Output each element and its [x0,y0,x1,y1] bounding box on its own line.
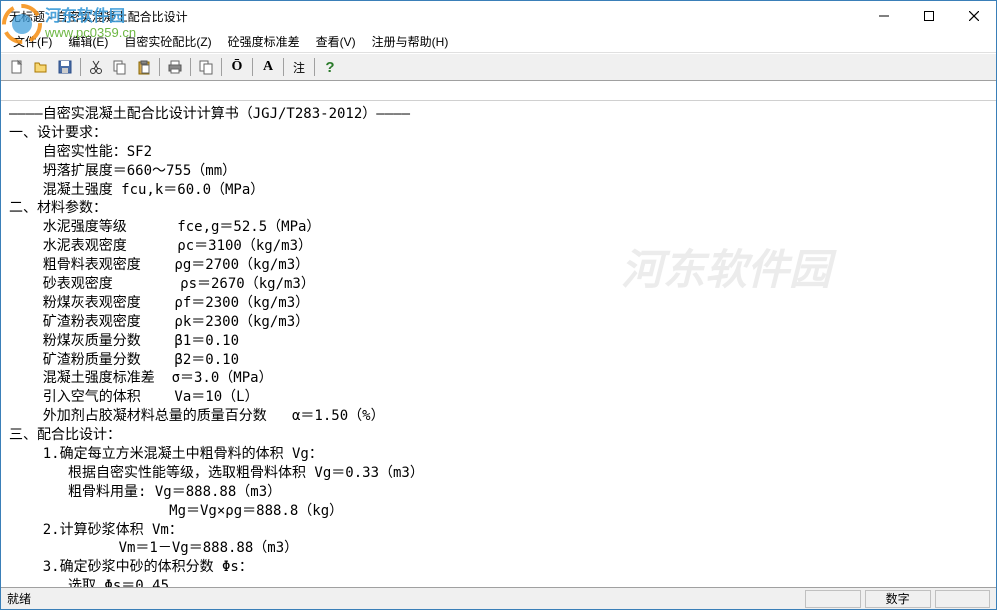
font-a-icon[interactable]: A [256,56,280,78]
content-line: 二、材料参数： [9,199,988,218]
content-line: 粗骨料表观密度 ρg＝2700（kg/m3） [9,256,988,275]
content-line: 混凝土强度标准差 σ＝3.0（MPa） [9,369,988,388]
cut-icon[interactable] [84,56,108,78]
status-empty2 [935,590,990,608]
menu-help[interactable]: 注册与帮助(H) [364,31,457,52]
content-line: 水泥强度等级 fce,g＝52.5（MPa） [9,218,988,237]
toolbar-separator [283,58,284,76]
content-line: 引入空气的体积 Va＝10（L） [9,388,988,407]
content-line: 水泥表观密度 ρc＝3100（kg/m3） [9,237,988,256]
copy-icon[interactable] [108,56,132,78]
content-line: 自密实性能：SF2 [9,143,988,162]
toolbar-separator [314,58,315,76]
text-input-bar [1,81,996,101]
window-title: 无标题 - 自密实混凝土配合比设计 [9,8,188,25]
paste-icon[interactable] [132,56,156,78]
print-icon[interactable] [163,56,187,78]
toolbar-separator [221,58,222,76]
note-icon[interactable]: 注 [287,56,311,78]
content-line: 根据自密实性能等级，选取粗骨料体积 Vg＝0.33（m3） [9,464,988,483]
content-line: 砂表观密度 ρs＝2670（kg/m3） [9,275,988,294]
menu-view[interactable]: 查看(V) [308,31,364,52]
sigma-icon[interactable]: Ō [225,56,249,78]
menu-strength[interactable]: 砼强度标准差 [220,31,308,52]
minimize-button[interactable] [861,1,906,31]
preview-icon[interactable] [194,56,218,78]
content-line: 2.计算砂浆体积 Vm： [9,521,988,540]
content-line: 外加剂占胶凝材料总量的质量百分数 α＝1.50（%） [9,407,988,426]
content-line: 3.确定砂浆中砂的体积分数 Φs： [9,558,988,577]
content-line: 坍落扩展度＝660～755（mm） [9,162,988,181]
help-icon[interactable]: ? [318,56,342,78]
maximize-button[interactable] [906,1,951,31]
statusbar: 就绪 数字 [1,587,996,609]
menu-selfcompact[interactable]: 自密实砼配比(Z) [116,31,219,52]
content-line: ————自密实混凝土配合比设计计算书（JGJ/T283-2012）———— [9,105,988,124]
save-icon[interactable] [53,56,77,78]
toolbar-separator [80,58,81,76]
content-line: Mg＝Vg×ρg＝888.8（kg） [9,502,988,521]
status-ready: 就绪 [7,590,801,607]
menu-edit[interactable]: 编辑(E) [60,31,116,52]
content-line: 粉煤灰表观密度 ρf＝2300（kg/m3） [9,294,988,313]
content-line: 粉煤灰质量分数 β1＝0.10 [9,332,988,351]
content-line: 矿渣粉质量分数 β2＝0.10 [9,351,988,370]
text-input[interactable] [1,81,996,100]
content-line: 三、配合比设计： [9,426,988,445]
close-button[interactable] [951,1,996,31]
content-line: 粗骨料用量: Vg＝888.88（m3） [9,483,988,502]
content-line: 1.确定每立方米混凝土中粗骨料的体积 Vg： [9,445,988,464]
toolbar-separator [252,58,253,76]
content-line: 一、设计要求： [9,124,988,143]
document-content[interactable]: ————自密实混凝土配合比设计计算书（JGJ/T283-2012）————一、设… [1,101,996,591]
new-icon[interactable] [5,56,29,78]
open-icon[interactable] [29,56,53,78]
menubar: 文件(F) 编辑(E) 自密实砼配比(Z) 砼强度标准差 查看(V) 注册与帮助… [1,31,996,53]
content-line: 矿渣粉表观密度 ρk＝2300（kg/m3） [9,313,988,332]
status-num: 数字 [865,590,931,608]
toolbar-separator [159,58,160,76]
menu-file[interactable]: 文件(F) [5,31,60,52]
window-controls [861,1,996,31]
status-empty [805,590,860,608]
titlebar: 无标题 - 自密实混凝土配合比设计 [1,1,996,31]
toolbar: Ō A 注 ? [1,53,996,81]
toolbar-separator [190,58,191,76]
content-line: 混凝土强度 fcu,k＝60.0（MPa） [9,181,988,200]
content-line: Vm＝1－Vg＝888.88（m3） [9,539,988,558]
